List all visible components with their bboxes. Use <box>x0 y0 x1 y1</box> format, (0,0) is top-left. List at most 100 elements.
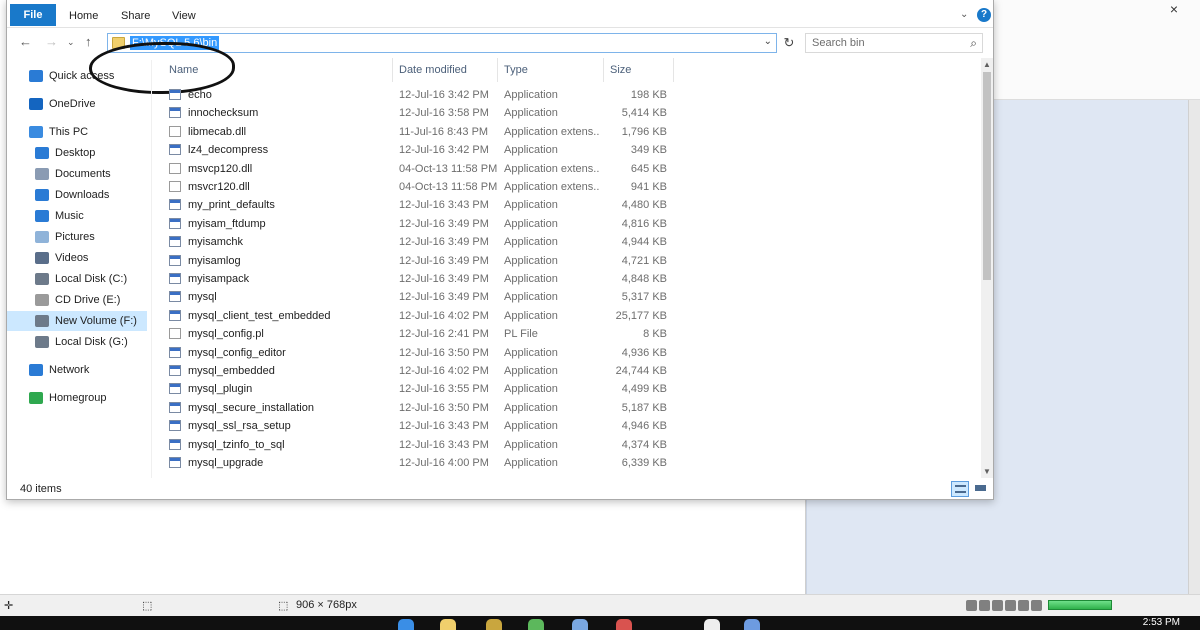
file-row[interactable]: mysql_upgrade 12-Jul-16 4:00 PM Applicatio… <box>157 454 677 472</box>
sidebar-item-downloads[interactable]: Downloads <box>7 185 147 205</box>
taskbar-app-icon[interactable] <box>572 619 588 630</box>
file-type: Application <box>504 254 558 267</box>
large-icons-view-icon[interactable] <box>971 481 989 497</box>
media-next-icon[interactable] <box>1018 599 1029 611</box>
column-header-type[interactable]: Type <box>498 58 604 82</box>
sidebar-item-network[interactable]: Network <box>7 360 147 380</box>
sidebar-item-onedrive[interactable]: OneDrive <box>7 94 147 114</box>
sidebar-item-desktop[interactable]: Desktop <box>7 143 147 163</box>
column-header-size[interactable]: Size <box>604 58 674 82</box>
sidebar-item-pictures[interactable]: Pictures <box>7 227 147 247</box>
recent-locations-icon[interactable]: ⌄ <box>67 37 75 48</box>
sidebar-item-this-pc[interactable]: This PC <box>7 122 147 142</box>
file-date: 12-Jul-16 3:43 PM <box>399 199 489 212</box>
file-size: 4,936 KB <box>621 346 667 359</box>
scroll-down-icon[interactable]: ▼ <box>981 467 993 476</box>
file-date: 12-Jul-16 4:00 PM <box>399 457 489 469</box>
file-size: 5,414 KB <box>621 107 667 120</box>
media-pause-icon[interactable] <box>992 599 1003 611</box>
sidebar-item-new-volume-f[interactable]: New Volume (F:) <box>7 311 147 331</box>
file-row[interactable]: myisamchk 12-Jul-16 3:49 PM Application 4,9… <box>157 233 677 251</box>
taskbar-chrome-icon[interactable] <box>398 619 414 630</box>
sidebar-item-quick-access[interactable]: Quick access <box>7 66 147 86</box>
crosshair-icon: ✛ <box>4 600 14 612</box>
file-name: mysql_ssl_rsa_setup <box>188 420 291 433</box>
tab-share[interactable]: Share <box>121 10 150 22</box>
details-view-icon[interactable] <box>951 481 969 497</box>
refresh-icon[interactable]: ↻ <box>781 33 797 53</box>
file-explorer-window: File Home Share View ⌄ ? ← → ⌄ ↑ F:\MySQ… <box>6 0 994 500</box>
file-row[interactable]: lz4_decompress 12-Jul-16 3:42 PM Applicati… <box>157 141 677 159</box>
column-header-name[interactable]: Name <box>163 58 393 82</box>
application-icon <box>169 457 181 468</box>
address-dropdown-icon[interactable]: ⌄ <box>764 36 772 47</box>
forward-arrow-icon[interactable]: → <box>45 34 58 49</box>
sidebar-item-local-disk-c[interactable]: Local Disk (C:) <box>7 269 147 289</box>
sidebar-item-homegroup[interactable]: Homegroup <box>7 388 147 408</box>
taskbar-explorer-icon[interactable] <box>440 619 456 630</box>
media-prev-icon[interactable] <box>966 599 977 611</box>
file-size: 5,317 KB <box>621 291 667 304</box>
search-icon[interactable]: ⌕ <box>970 36 977 51</box>
file-row[interactable]: libmecab.dll 11-Jul-16 8:43 PM Application… <box>157 123 677 141</box>
navigation-pane: Quick access OneDrive This PC Desktop Docume… <box>7 60 147 478</box>
vertical-scrollbar[interactable]: ▲ ▼ <box>981 58 993 478</box>
sidebar-item-documents[interactable]: Documents <box>7 164 147 184</box>
media-level-meter <box>1048 600 1112 610</box>
file-type: Application <box>504 273 558 285</box>
file-row[interactable]: echo 12-Jul-16 3:42 PM Application 198 KB <box>157 86 677 104</box>
tab-file[interactable]: File <box>10 4 56 26</box>
taskbar-app-icon[interactable] <box>704 619 720 630</box>
sidebar-item-cd-drive-e[interactable]: CD Drive (E:) <box>7 290 147 310</box>
file-icon <box>169 162 181 174</box>
taskbar-app-icon[interactable] <box>616 619 632 630</box>
background-scrollbar[interactable] <box>1188 100 1200 594</box>
file-row[interactable]: mysql 12-Jul-16 3:49 PM Application 5,317 K… <box>157 288 677 306</box>
scroll-thumb[interactable] <box>983 72 991 280</box>
file-row[interactable]: mysql_tzinfo_to_sql 12-Jul-16 3:43 PM Appl… <box>157 436 677 454</box>
file-row[interactable]: mysql_config.pl 12-Jul-16 2:41 PM PL File 8… <box>157 325 677 343</box>
file-row[interactable]: msvcr120.dll 04-Oct-13 11:58 PM Applicatio… <box>157 178 677 196</box>
file-row[interactable]: mysql_plugin 12-Jul-16 3:55 PM Application… <box>157 380 677 398</box>
sidebar-item-videos[interactable]: Videos <box>7 248 147 268</box>
file-name: libmecab.dll <box>188 125 247 138</box>
file-row[interactable]: myisampack 12-Jul-16 3:49 PM Application 4,… <box>157 270 677 288</box>
help-icon[interactable]: ? <box>977 8 991 22</box>
file-row[interactable]: mysql_ssl_rsa_setup 12-Jul-16 3:43 PM Appl… <box>157 417 677 435</box>
dimensions-icon: ⬚ <box>278 600 289 612</box>
tab-home[interactable]: Home <box>69 10 98 22</box>
file-row[interactable]: mysql_client_test_embedded 12-Jul-16 4:02… <box>157 307 677 325</box>
search-input[interactable]: Search bin ⌕ <box>805 33 983 53</box>
tab-view[interactable]: View <box>172 10 196 22</box>
pane-divider[interactable] <box>151 60 152 478</box>
file-row[interactable]: mysql_config_editor 12-Jul-16 3:50 PM Appl… <box>157 344 677 362</box>
back-arrow-icon[interactable]: ← <box>19 34 32 49</box>
sidebar-item-local-disk-g[interactable]: Local Disk (G:) <box>7 332 147 352</box>
column-header-date[interactable]: Date modified <box>393 58 498 82</box>
taskbar-app-icon[interactable] <box>528 619 544 630</box>
file-row[interactable]: my_print_defaults 12-Jul-16 3:43 PM Applic… <box>157 196 677 214</box>
scroll-up-icon[interactable]: ▲ <box>981 60 993 69</box>
file-row[interactable]: msvcp120.dll 04-Oct-13 11:58 PM Applicatio… <box>157 160 677 178</box>
file-type: Application <box>504 365 558 377</box>
file-type: Application <box>504 217 558 230</box>
file-row[interactable]: innochecksum 12-Jul-16 3:58 PM Application… <box>157 104 677 122</box>
sidebar-item-music[interactable]: Music <box>7 206 147 226</box>
file-row[interactable]: mysql_secure_installation 12-Jul-16 3:50 … <box>157 399 677 417</box>
background-close-icon[interactable]: × <box>1160 0 1188 18</box>
taskbar-app-icon[interactable] <box>486 619 502 630</box>
up-arrow-icon[interactable]: ↑ <box>85 34 92 49</box>
file-row[interactable]: mysql_embedded 12-Jul-16 4:02 PM Applicati… <box>157 362 677 380</box>
sidebar-item-label: Music <box>55 210 84 222</box>
taskbar-app-icon[interactable] <box>744 619 760 630</box>
application-icon <box>169 401 181 413</box>
media-stop-icon[interactable] <box>1005 599 1016 611</box>
taskbar-clock[interactable]: 2:53 PM <box>1143 617 1180 628</box>
ribbon-expand-icon[interactable]: ⌄ <box>960 9 968 20</box>
file-row[interactable]: myisam_ftdump 12-Jul-16 3:49 PM Applicatio… <box>157 215 677 233</box>
file-row[interactable]: myisamlog 12-Jul-16 3:49 PM Application 4,7… <box>157 252 677 270</box>
file-size: 8 KB <box>643 328 667 341</box>
file-size: 198 KB <box>630 89 667 101</box>
media-repeat-icon[interactable] <box>1031 599 1042 611</box>
media-play-icon[interactable] <box>979 599 990 611</box>
